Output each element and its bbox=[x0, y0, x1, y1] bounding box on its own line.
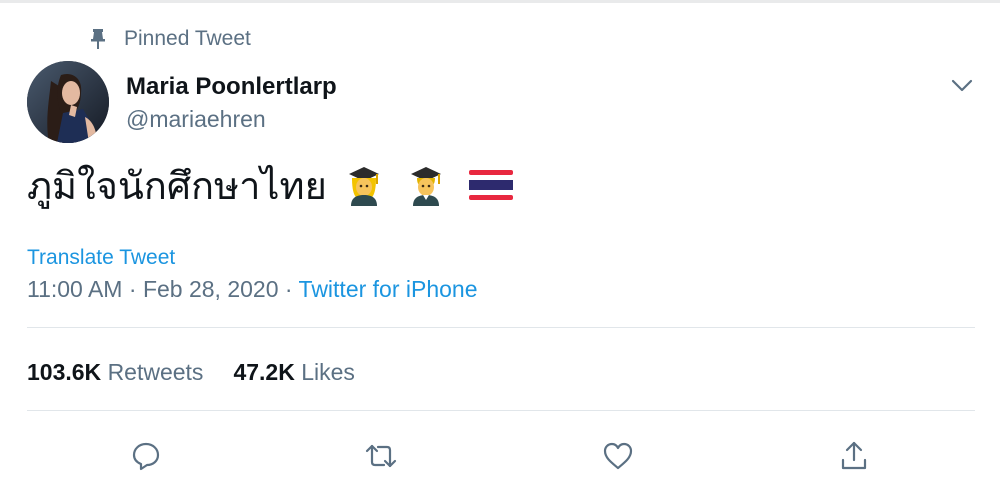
retweets-stat[interactable]: 103.6K Retweets bbox=[27, 359, 203, 385]
like-icon[interactable] bbox=[598, 436, 638, 476]
tweet-text: ภูมิใจนักศึกษาไทย bbox=[27, 159, 513, 211]
thailand-flag-icon bbox=[468, 168, 513, 202]
translate-tweet-link[interactable]: Translate Tweet bbox=[27, 246, 175, 270]
author-name[interactable]: Maria Poonlertlarp bbox=[126, 73, 337, 101]
share-icon[interactable] bbox=[834, 436, 874, 476]
divider bbox=[27, 327, 975, 328]
tweet-source-link[interactable]: Twitter for iPhone bbox=[299, 276, 478, 302]
tweet-meta: 11:00 AM · Feb 28, 2020 · Twitter for iP… bbox=[27, 276, 478, 303]
man-student-icon bbox=[407, 164, 445, 206]
retweets-count: 103.6K bbox=[27, 359, 102, 385]
meta-separator: · bbox=[128, 276, 137, 302]
likes-label: Likes bbox=[301, 359, 355, 385]
reply-icon[interactable] bbox=[126, 436, 166, 476]
tweet-text-content: ภูมิใจนักศึกษาไทย bbox=[27, 165, 327, 208]
tweet-time[interactable]: 11:00 AM bbox=[27, 276, 122, 302]
tweet-date[interactable]: Feb 28, 2020 bbox=[143, 276, 279, 302]
chevron-down-icon[interactable] bbox=[947, 71, 977, 101]
tweet-stats: 103.6K Retweets 47.2K Likes bbox=[27, 359, 355, 386]
meta-separator: · bbox=[284, 276, 293, 302]
author-handle[interactable]: @mariaehren bbox=[126, 106, 266, 133]
pin-icon bbox=[88, 28, 108, 50]
pinned-label: Pinned Tweet bbox=[124, 27, 251, 50]
pinned-indicator: Pinned Tweet bbox=[88, 25, 251, 53]
retweets-label: Retweets bbox=[107, 359, 204, 385]
likes-stat[interactable]: 47.2K Likes bbox=[233, 359, 354, 385]
tweet-card: Pinned Tweet Maria Poonlertlarp @mariaeh… bbox=[0, 3, 1000, 492]
avatar[interactable] bbox=[27, 61, 109, 143]
woman-student-icon bbox=[345, 164, 383, 206]
likes-count: 47.2K bbox=[233, 359, 295, 385]
divider bbox=[27, 410, 975, 411]
retweet-icon[interactable] bbox=[361, 436, 401, 476]
